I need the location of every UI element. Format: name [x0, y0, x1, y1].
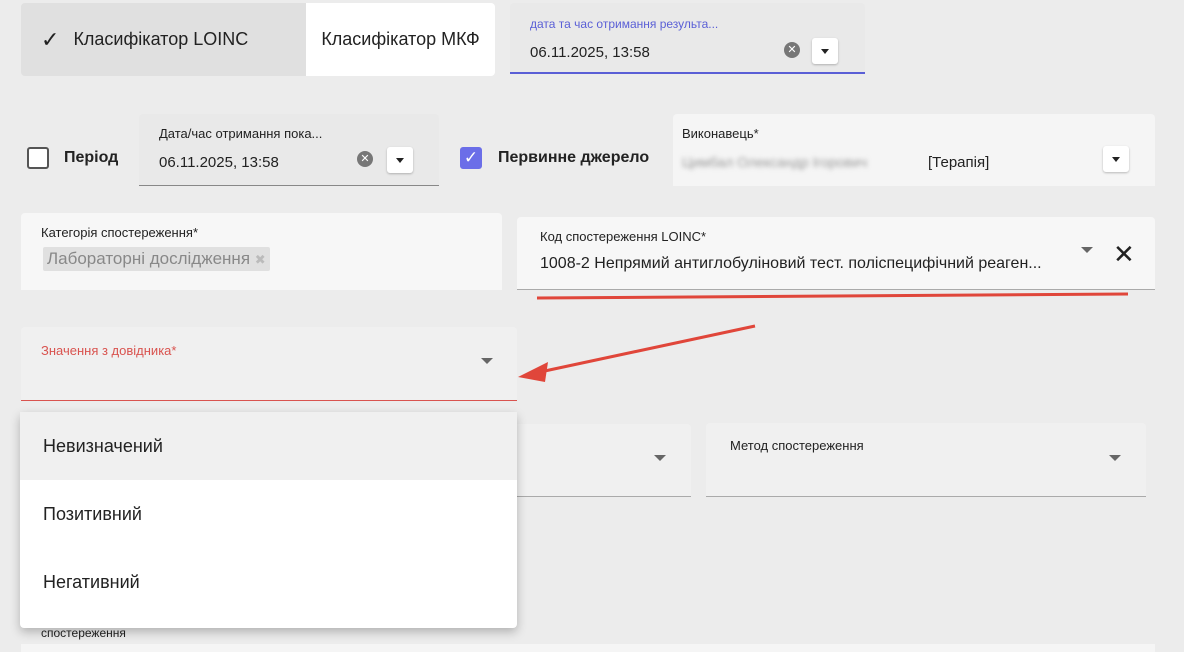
annotation-arrow	[539, 324, 756, 374]
annotation-underline	[536, 292, 1129, 300]
annotation-overlay	[518, 292, 1129, 382]
annotation-arrowhead	[518, 362, 548, 382]
